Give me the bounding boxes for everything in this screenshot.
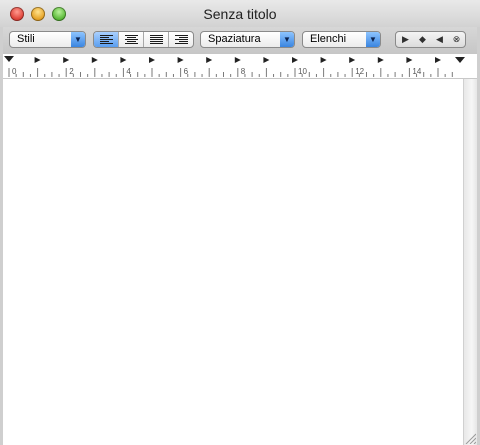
ruler-label: 10 <box>298 67 307 76</box>
left-indent-marker[interactable] <box>4 56 14 62</box>
spacing-popup-label: Spaziatura <box>208 33 261 45</box>
spacing-popup[interactable]: Spaziatura ▼ <box>200 31 295 48</box>
tab-stop-marker[interactable] <box>377 57 384 63</box>
lists-popup-label: Elenchi <box>310 33 347 45</box>
title-bar[interactable]: Senza titolo <box>0 0 480 27</box>
tab-stop-marker[interactable] <box>349 57 356 63</box>
align-center-icon <box>125 35 138 44</box>
tab-stop-marker[interactable] <box>320 57 327 63</box>
left-tab-icon[interactable]: ▶ <box>397 32 414 47</box>
align-center-button[interactable] <box>119 32 144 47</box>
tab-stop-marker[interactable] <box>149 57 155 63</box>
align-right-icon <box>175 35 188 44</box>
chevron-down-icon: ▼ <box>366 32 380 47</box>
decimal-tab-icon[interactable]: ⊗ <box>448 32 465 47</box>
tab-stop-marker[interactable] <box>120 57 127 63</box>
styles-popup-label: Stili <box>17 33 35 45</box>
tab-stop-marker[interactable] <box>63 57 70 63</box>
ruler-label: 8 <box>240 67 246 76</box>
ruler-label: 12 <box>355 67 365 76</box>
format-toolbar: Stili ▼ Spaziatura ▼ Elenchi ▼ ▶ ◆ ◀ ⊗ <box>0 27 480 54</box>
document-text-area[interactable] <box>3 79 463 445</box>
tab-stop-marker[interactable] <box>91 57 98 63</box>
chevron-down-icon: ▼ <box>280 32 294 47</box>
right-tab-icon[interactable]: ◀ <box>431 32 448 47</box>
ruler-label: 4 <box>126 67 131 76</box>
ruler-label: 6 <box>183 67 189 76</box>
align-justify-button[interactable] <box>144 32 169 47</box>
ruler-label: 2 <box>69 67 74 76</box>
tab-stop-marker[interactable] <box>206 57 213 63</box>
tab-stop-marker[interactable] <box>234 57 241 63</box>
window-title: Senza titolo <box>203 6 277 22</box>
ruler-label: 14 <box>412 67 422 76</box>
alignment-segmented-control <box>93 31 194 48</box>
chevron-down-icon: ▼ <box>71 32 85 47</box>
styles-popup[interactable]: Stili ▼ <box>9 31 86 48</box>
tab-stop-marker[interactable] <box>435 57 441 63</box>
align-left-button[interactable] <box>94 32 119 47</box>
vertical-scrollbar[interactable] <box>463 79 477 445</box>
align-right-button[interactable] <box>169 32 193 47</box>
tab-stop-marker[interactable] <box>263 57 270 63</box>
text-edit-window: Senza titolo Stili ▼ Spaziatura ▼ Elench… <box>0 0 480 445</box>
tab-stop-marker[interactable] <box>292 57 298 63</box>
align-justify-icon <box>150 35 163 44</box>
align-left-icon <box>100 35 113 44</box>
tab-stops-control: ▶ ◆ ◀ ⊗ <box>395 31 466 48</box>
tab-stop-marker[interactable] <box>34 57 41 63</box>
center-tab-icon[interactable]: ◆ <box>414 32 431 47</box>
tab-stop-marker[interactable] <box>177 57 184 63</box>
ruler-label: 0 <box>12 67 17 76</box>
ruler[interactable]: 0 2 4 6 8 10 12 14 <box>3 54 477 79</box>
tab-stop-marker[interactable] <box>406 57 413 63</box>
lists-popup[interactable]: Elenchi ▼ <box>302 31 381 48</box>
resize-grip-icon[interactable] <box>464 432 476 444</box>
right-margin-marker[interactable] <box>455 57 465 63</box>
